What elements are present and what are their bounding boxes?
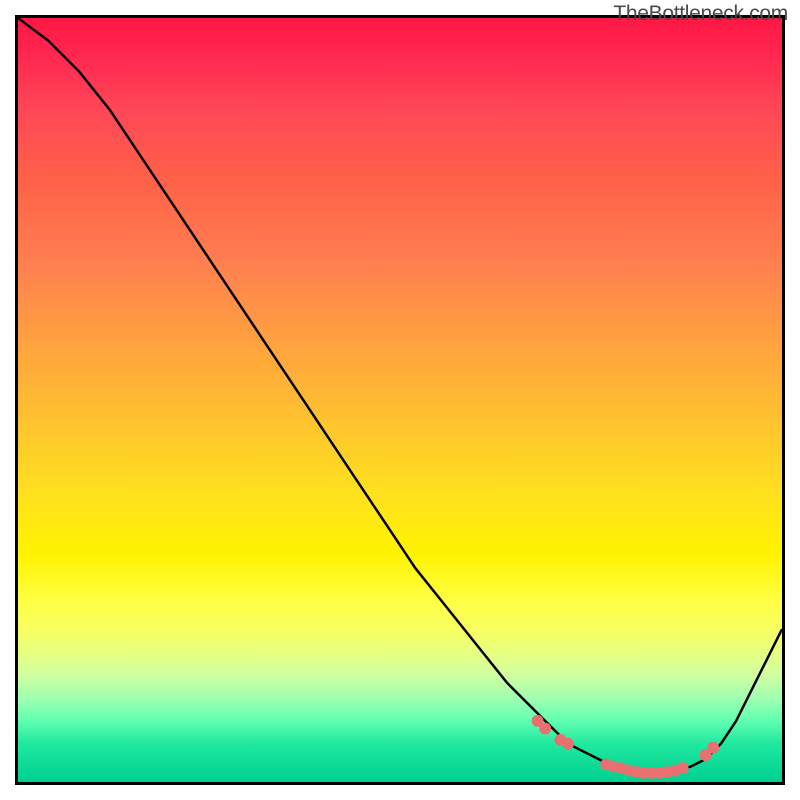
bottleneck-curve <box>18 18 782 773</box>
data-marker <box>677 762 689 774</box>
plot-area <box>15 15 785 785</box>
watermark-text: TheBottleneck.com <box>613 2 788 26</box>
data-marker <box>707 742 719 754</box>
data-marker <box>562 738 574 750</box>
data-marker <box>539 723 551 735</box>
curve-svg <box>18 18 782 782</box>
chart-container: TheBottleneck.com <box>0 0 800 800</box>
